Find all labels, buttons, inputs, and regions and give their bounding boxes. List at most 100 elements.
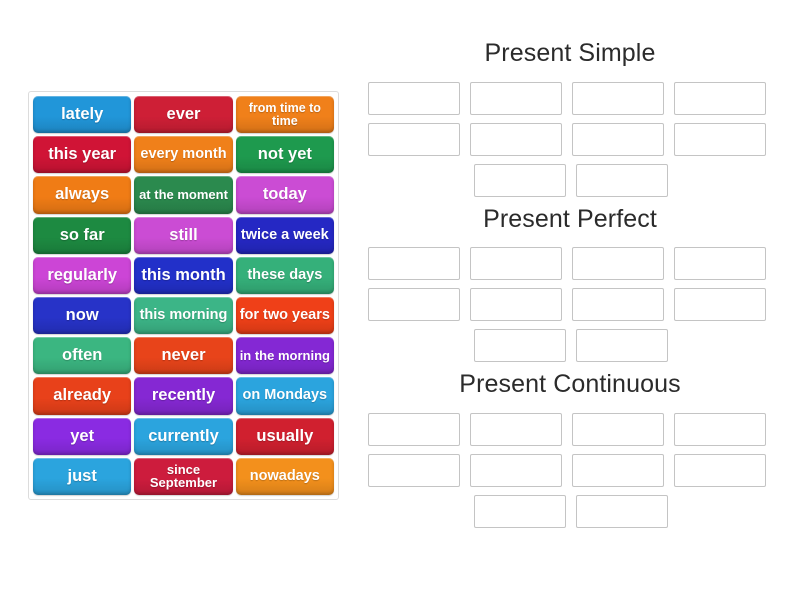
word-tile-label: from time to time bbox=[248, 100, 321, 128]
word-tile-label: this month bbox=[141, 265, 226, 284]
drop-slot[interactable] bbox=[572, 412, 664, 446]
drop-slot[interactable] bbox=[470, 81, 562, 115]
drop-slot[interactable] bbox=[473, 163, 566, 197]
word-tile-label: these days bbox=[247, 266, 323, 283]
word-tile[interactable]: for two years bbox=[236, 297, 334, 335]
word-tile[interactable]: nowadays bbox=[236, 457, 334, 495]
slot-row bbox=[368, 412, 772, 446]
word-tile[interactable]: every month bbox=[134, 136, 232, 174]
word-tile[interactable]: recently bbox=[134, 377, 232, 415]
word-tile[interactable]: twice a week bbox=[236, 216, 334, 254]
word-tile-label: now bbox=[65, 306, 99, 325]
word-tile-label: since September bbox=[149, 461, 218, 491]
word-tile[interactable]: just bbox=[33, 457, 131, 495]
drop-slot[interactable] bbox=[572, 247, 664, 280]
word-tile-label: this morning bbox=[139, 307, 228, 324]
drop-slot[interactable] bbox=[575, 163, 668, 197]
word-tile-label: usually bbox=[256, 426, 314, 445]
word-tile-label: at the moment bbox=[139, 187, 228, 203]
drop-slot[interactable] bbox=[572, 122, 664, 156]
slot-row bbox=[368, 494, 772, 528]
word-tiles-panel: lately ever from time to time this year ever… bbox=[28, 91, 339, 500]
word-tile[interactable]: this year bbox=[33, 136, 131, 174]
word-tile[interactable]: this month bbox=[134, 256, 232, 294]
word-tile-label: every month bbox=[140, 146, 227, 163]
word-tile[interactable]: already bbox=[33, 377, 131, 415]
word-tile-label: nowadays bbox=[249, 467, 320, 484]
drop-slot[interactable] bbox=[470, 453, 562, 487]
drop-slot[interactable] bbox=[674, 288, 766, 321]
drop-slot[interactable] bbox=[674, 81, 766, 115]
word-tile-label: this year bbox=[48, 145, 117, 164]
word-tile[interactable]: often bbox=[33, 337, 131, 375]
word-tile-label: in the morning bbox=[239, 348, 330, 364]
drop-slot[interactable] bbox=[368, 122, 460, 156]
word-tile[interactable]: always bbox=[33, 176, 131, 214]
word-tile[interactable]: in the morning bbox=[236, 337, 334, 375]
drop-slot[interactable] bbox=[575, 494, 668, 528]
word-tile[interactable]: not yet bbox=[236, 136, 334, 174]
category-group: Present Simple bbox=[368, 39, 772, 197]
word-tile[interactable]: currently bbox=[134, 417, 232, 455]
word-tile-label: regularly bbox=[47, 265, 118, 284]
word-tiles-grid: lately ever from time to time this year ever… bbox=[33, 96, 334, 495]
drop-slot[interactable] bbox=[674, 453, 766, 487]
drop-slot[interactable] bbox=[674, 122, 766, 156]
word-tile-label: already bbox=[53, 386, 112, 405]
drop-slot[interactable] bbox=[473, 494, 566, 528]
word-tile-label: today bbox=[262, 185, 307, 204]
category-group-title: Present Perfect bbox=[483, 204, 657, 233]
word-tile[interactable]: now bbox=[33, 297, 131, 335]
word-tile[interactable]: this morning bbox=[134, 297, 232, 335]
drop-slot[interactable] bbox=[470, 247, 562, 280]
word-tile-label: recently bbox=[151, 386, 216, 405]
word-tile[interactable]: from time to time bbox=[236, 96, 334, 134]
drop-slot[interactable] bbox=[575, 329, 668, 362]
slot-row bbox=[368, 122, 772, 156]
category-group: Present Perfect bbox=[368, 204, 772, 362]
drop-slot[interactable] bbox=[470, 288, 562, 321]
word-tile-label: still bbox=[169, 225, 198, 244]
slot-row bbox=[368, 247, 772, 280]
slot-row bbox=[368, 163, 772, 197]
slot-row bbox=[368, 329, 772, 362]
word-tile[interactable]: these days bbox=[236, 256, 334, 294]
word-tile[interactable]: on Mondays bbox=[236, 377, 334, 415]
category-group-title: Present Simple bbox=[484, 39, 656, 67]
word-tile[interactable]: since September bbox=[134, 457, 232, 495]
drop-slot[interactable] bbox=[572, 288, 664, 321]
drop-slot[interactable] bbox=[674, 247, 766, 280]
drop-slot[interactable] bbox=[368, 412, 460, 446]
drop-slot[interactable] bbox=[368, 288, 460, 321]
word-tile-label: twice a week bbox=[240, 226, 329, 243]
word-tile[interactable]: never bbox=[134, 337, 232, 375]
word-tile-label: just bbox=[67, 466, 97, 485]
word-tile[interactable]: usually bbox=[236, 417, 334, 455]
drop-slot[interactable] bbox=[368, 247, 460, 280]
word-tile[interactable]: still bbox=[134, 216, 232, 254]
word-tile-label: yet bbox=[70, 426, 95, 445]
word-tile[interactable]: at the moment bbox=[134, 176, 232, 214]
slot-row bbox=[368, 81, 772, 115]
word-tile-label: so far bbox=[59, 225, 105, 244]
drop-slot[interactable] bbox=[572, 81, 664, 115]
drop-slot[interactable] bbox=[368, 81, 460, 115]
word-tile-label: for two years bbox=[239, 307, 330, 324]
slot-row bbox=[368, 288, 772, 321]
drop-slot[interactable] bbox=[470, 412, 562, 446]
word-tile[interactable]: yet bbox=[33, 417, 131, 455]
drop-slot[interactable] bbox=[368, 453, 460, 487]
drop-slot[interactable] bbox=[470, 122, 562, 156]
word-tile-label: never bbox=[161, 346, 206, 365]
word-tile-label: currently bbox=[148, 426, 219, 445]
word-tile[interactable]: lately bbox=[33, 96, 131, 134]
drop-slot[interactable] bbox=[572, 453, 664, 487]
word-tile[interactable]: regularly bbox=[33, 256, 131, 294]
word-tile-label: on Mondays bbox=[242, 387, 328, 404]
category-groups: Present Simple Present Perfect Present Con… bbox=[368, 39, 772, 537]
word-tile[interactable]: ever bbox=[134, 96, 232, 134]
word-tile[interactable]: so far bbox=[33, 216, 131, 254]
drop-slot[interactable] bbox=[473, 329, 566, 362]
word-tile[interactable]: today bbox=[236, 176, 334, 214]
drop-slot[interactable] bbox=[674, 412, 766, 446]
